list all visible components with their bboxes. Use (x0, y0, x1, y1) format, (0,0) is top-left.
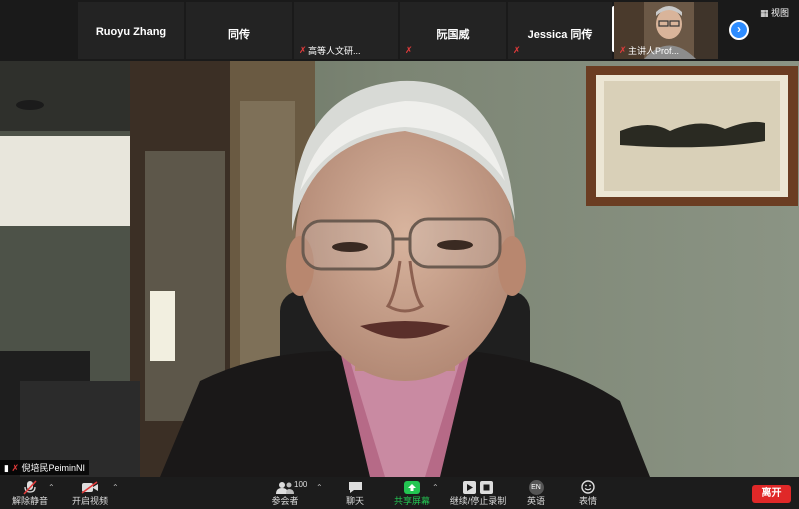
share-screen-button[interactable]: 共享屏幕 (390, 479, 434, 507)
participant-tile-video[interactable]: ✗ 主讲人Prof... (614, 2, 718, 59)
next-page-button[interactable]: › (729, 20, 749, 40)
participant-count: 100 (294, 480, 308, 489)
reactions-label: 表情 (578, 496, 597, 506)
participant-name: 同传 (228, 29, 250, 41)
participant-name: 阮国威 (436, 29, 470, 41)
participants-label: 参会者 (271, 496, 299, 506)
leave-button[interactable]: 离开 (752, 485, 791, 503)
view-button[interactable]: ▦ 视图 (760, 6, 789, 19)
share-screen-label: 共享屏幕 (393, 496, 430, 506)
start-video-button[interactable]: 开启视频 (70, 479, 110, 507)
participant-tile[interactable]: 同传 (186, 2, 292, 59)
muted-mic-icon: ✗ (405, 45, 413, 55)
muted-mic-icon: ✗ (299, 45, 307, 55)
start-video-label: 开启视频 (71, 496, 108, 506)
muted-mic-icon (10, 479, 50, 495)
gallery-strip: Ruoyu Zhang 同传 ✗ 高等人文研... 阮国威 ✗ Jessica … (0, 0, 799, 61)
language-button[interactable]: EN 英语 (522, 479, 550, 507)
video-options-chevron-icon[interactable]: ⌃ (112, 483, 119, 492)
participant-tile[interactable]: Jessica 同传 ✗ (508, 2, 612, 59)
grid-icon: ▦ (760, 8, 769, 18)
participant-name: 主讲人Prof... (628, 46, 680, 56)
chat-icon (340, 479, 370, 495)
view-label: 视图 (771, 8, 790, 18)
muted-mic-icon: ✗ (619, 45, 627, 55)
reactions-button[interactable]: 表情 (574, 479, 602, 507)
unmute-button[interactable]: 解除静音 (10, 479, 50, 507)
record-button[interactable]: 继续/停止录制 (446, 479, 510, 507)
participants-options-chevron-icon[interactable]: ⌃ (316, 483, 323, 492)
smiley-icon (574, 479, 602, 495)
muted-mic-icon: ✗ (513, 45, 521, 55)
share-options-chevron-icon[interactable]: ⌃ (432, 483, 439, 492)
active-speaker-video: ▮ ✗ 倪培民PeiminNI (0, 61, 799, 477)
participant-name: 高等人文研... (308, 46, 361, 56)
meeting-toolbar: 解除静音 ⌃ 开启视频 ⌃ 参会者 100 ⌃ 聊天 共享屏幕 ⌃ 继续/停止录… (0, 477, 799, 509)
participant-name: Ruoyu Zhang (95, 26, 167, 38)
speaker-name: 倪培民PeiminNI (21, 463, 86, 473)
participant-tile[interactable]: ✗ 高等人文研... (294, 2, 666, 59)
share-screen-icon (390, 479, 434, 495)
unmute-label: 解除静音 (11, 496, 48, 506)
record-controls-icon (446, 479, 510, 495)
audio-options-chevron-icon[interactable]: ⌃ (48, 483, 55, 492)
record-label: 继续/停止录制 (449, 496, 507, 506)
video-off-icon (70, 479, 110, 495)
participant-name: Jessica 同传 (527, 29, 593, 41)
participant-tile[interactable]: 阮国威 ✗ (400, 2, 506, 59)
chat-button[interactable]: 聊天 (340, 479, 370, 507)
speaker-name-tag: ▮ ✗ 倪培民PeiminNI (0, 460, 90, 475)
participant-tile[interactable]: Ruoyu Zhang (78, 2, 184, 59)
muted-mic-icon: ✗ (11, 463, 20, 473)
language-badge-icon: EN (528, 479, 544, 495)
language-label: 英语 (526, 496, 545, 506)
speaker-video-image (0, 61, 799, 477)
chat-label: 聊天 (345, 496, 364, 506)
signal-icon: ▮ (4, 463, 9, 473)
